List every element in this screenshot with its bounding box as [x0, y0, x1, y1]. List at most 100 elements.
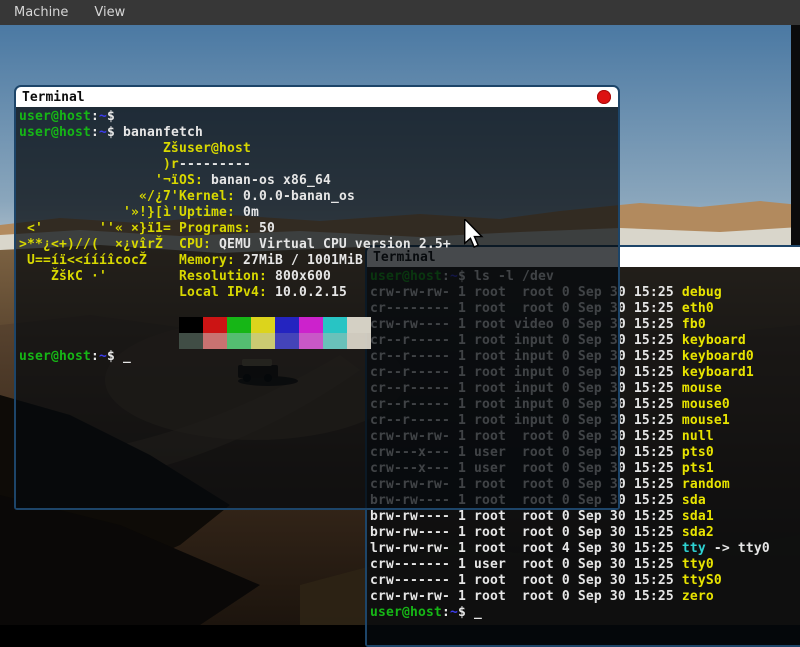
palette-swatch	[323, 317, 347, 333]
fetch-ascii-art: Zš	[19, 141, 179, 157]
palette-swatch	[203, 317, 227, 333]
file-meta: lrw-rw-rw- 1 root root 4 Sep 30 15:25	[370, 541, 682, 556]
text-cursor: _	[123, 349, 131, 364]
palette-swatch	[203, 333, 227, 349]
file-name: sda2	[682, 525, 714, 540]
close-button-icon[interactable]	[597, 90, 611, 104]
window-title: Terminal	[22, 90, 85, 105]
palette-swatch	[179, 333, 203, 349]
fetch-line: Zšuser@host	[19, 141, 618, 157]
fetch-ascii-art: U==íï<<íííîcocŽ	[19, 253, 179, 269]
prompt-path: ~	[450, 605, 458, 620]
file-meta: crw-rw-rw- 1 root root 0 Sep 30 15:25	[370, 589, 682, 604]
terminal-output-front[interactable]: user@host:~$ user@host:~$ bananfetch Zšu…	[16, 107, 618, 508]
fetch-line: <' ''« ×}ï1= Programs: 50	[19, 221, 618, 237]
fetch-value: ---------	[179, 157, 251, 172]
fetch-label: Programs:	[179, 221, 259, 236]
prompt-user: user@host	[370, 605, 442, 620]
palette-swatch	[227, 317, 251, 333]
fetch-line: ŽškC ·' Resolution: 800x600	[19, 269, 618, 285]
symlink-target: -> tty0	[706, 541, 770, 556]
prompt-line: user@host:~$	[19, 109, 618, 125]
fetch-value: 0.0.0-banan_os	[243, 189, 355, 204]
file-name: sda1	[682, 509, 714, 524]
prompt-path: ~	[99, 349, 107, 364]
menu-view[interactable]: View	[94, 5, 125, 20]
menu-machine[interactable]: Machine	[14, 5, 68, 20]
fetch-label: Local IPv4:	[179, 285, 275, 300]
fetch-label: Uptime:	[179, 205, 243, 220]
fetch-line: >**¿<+)//( ×¿vîrŽ CPU: QEMU Virtual CPU …	[19, 237, 618, 253]
vm-menubar: Machine View	[0, 0, 800, 25]
palette-swatch	[323, 333, 347, 349]
fetch-label: OS:	[179, 173, 211, 188]
prompt-user: user@host	[19, 349, 91, 364]
palette-swatch	[299, 333, 323, 349]
fetch-value: 10.0.2.15	[275, 285, 347, 300]
fetch-ascii-art: >**¿<+)//( ×¿vîrŽ	[19, 237, 179, 253]
fetch-label: CPU:	[179, 237, 219, 252]
terminal-window-front[interactable]: Terminal user@host:~$ user@host:~$ banan…	[14, 85, 620, 510]
fetch-line: )r---------	[19, 157, 618, 173]
file-name: keyboard	[682, 333, 746, 348]
titlebar-front[interactable]: Terminal	[16, 87, 618, 107]
fetch-value: 27MiB / 1001MiB	[243, 253, 363, 268]
fetch-value: QEMU Virtual CPU version 2.5+	[219, 237, 451, 252]
fetch-ascii-art: '¬ï	[19, 173, 179, 189]
file-name: null	[682, 429, 714, 444]
file-meta: crw------- 1 user root 0 Sep 30 15:25	[370, 557, 682, 572]
file-name: random	[682, 477, 730, 492]
color-palette-row	[179, 333, 618, 349]
fetch-value: banan-os x86_64	[211, 173, 331, 188]
fetch-line: U==íï<<íííîcocŽ Memory: 27MiB / 1001MiB	[19, 253, 618, 269]
fetch-label: Kernel:	[179, 189, 243, 204]
file-name: ttyS0	[682, 573, 722, 588]
prompt-line: user@host:~$ _	[19, 349, 618, 365]
file-name: zero	[682, 589, 714, 604]
fetch-value: user@host	[179, 141, 251, 156]
ls-row: crw------- 1 root root 0 Sep 30 15:25 tt…	[370, 573, 800, 589]
file-name: tty	[682, 541, 706, 556]
file-meta: crw------- 1 root root 0 Sep 30 15:25	[370, 573, 682, 588]
fetch-ascii-art: )r	[19, 157, 179, 173]
blank-line	[19, 301, 618, 317]
ls-row: brw-rw---- 1 root root 0 Sep 30 15:25 sd…	[370, 509, 800, 525]
file-name: sda	[682, 493, 706, 508]
palette-swatch	[227, 333, 251, 349]
ls-row: crw------- 1 user root 0 Sep 30 15:25 tt…	[370, 557, 800, 573]
prompt-path: ~	[99, 109, 107, 124]
fetch-value: 0m	[243, 205, 259, 220]
file-name: pts0	[682, 445, 714, 460]
file-name: mouse0	[682, 397, 730, 412]
prompt-line: user@host:~$ bananfetch	[19, 125, 618, 141]
ls-row: brw-rw---- 1 root root 0 Sep 30 15:25 sd…	[370, 525, 800, 541]
palette-swatch	[347, 317, 371, 333]
palette-swatch	[347, 333, 371, 349]
fetch-ascii-art: «/¿7'	[19, 189, 179, 205]
palette-swatch	[251, 317, 275, 333]
palette-swatch	[275, 317, 299, 333]
prompt-path: ~	[99, 125, 107, 140]
fetch-line: '¬ïOS: banan-os x86_64	[19, 173, 618, 189]
fetch-line: Local IPv4: 10.0.2.15	[19, 285, 618, 301]
file-name: debug	[682, 285, 722, 300]
prompt-line: user@host:~$ _	[370, 605, 800, 621]
palette-swatch	[179, 317, 203, 333]
file-meta: brw-rw---- 1 root root 0 Sep 30 15:25	[370, 509, 682, 524]
file-name: tty0	[682, 557, 714, 572]
fetch-line: «/¿7'Kernel: 0.0.0-banan_os	[19, 189, 618, 205]
file-meta: brw-rw---- 1 root root 0 Sep 30 15:25	[370, 525, 682, 540]
fetch-value: 800x600	[275, 269, 331, 284]
ls-row: lrw-rw-rw- 1 root root 4 Sep 30 15:25 tt…	[370, 541, 800, 557]
prompt-user: user@host	[19, 109, 91, 124]
fetch-label: Resolution:	[179, 269, 275, 284]
fetch-label: Memory:	[179, 253, 243, 268]
palette-swatch	[299, 317, 323, 333]
prompt-user: user@host	[19, 125, 91, 140]
file-name: keyboard1	[682, 365, 754, 380]
file-name: keyboard0	[682, 349, 754, 364]
ls-row: crw-rw-rw- 1 root root 0 Sep 30 15:25 ze…	[370, 589, 800, 605]
fetch-ascii-art: <' ''« ×}ï1=	[19, 221, 179, 237]
fetch-line: '»!}[ì'Uptime: 0m	[19, 205, 618, 221]
text-cursor: _	[474, 605, 482, 620]
